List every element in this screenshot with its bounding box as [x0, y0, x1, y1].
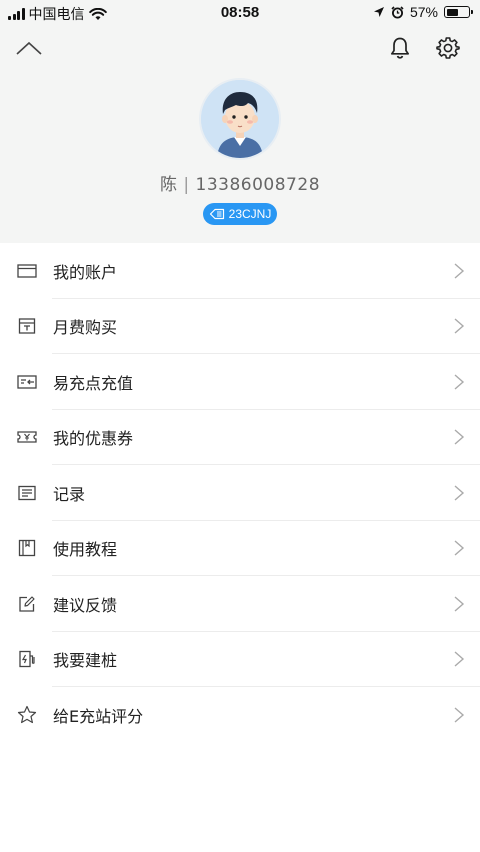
chevron-right-icon	[454, 540, 465, 556]
menu-item-label: 建议反馈	[53, 595, 118, 615]
menu-list: 我的账户 月费购买 易充点充值 我的优惠券 记录 使用教程 建议反馈 我要建桩 …	[0, 243, 480, 743]
tag-icon	[209, 208, 224, 220]
gear-icon	[436, 37, 460, 59]
menu-item-records[interactable]: 记录	[0, 465, 480, 521]
avatar-illustration	[201, 80, 279, 158]
menu-item-tutorial[interactable]: 使用教程	[0, 521, 480, 576]
menu-item-label: 我要建桩	[53, 651, 118, 671]
location-arrow-icon	[373, 7, 384, 17]
status-right: 57%	[373, 4, 473, 20]
coupon-icon	[16, 426, 38, 448]
alarm-icon	[391, 5, 404, 18]
menu-item-label: 使用教程	[53, 540, 118, 560]
menu-item-my-account[interactable]: 我的账户	[0, 243, 480, 299]
chevron-right-icon	[454, 596, 465, 612]
collapse-button[interactable]	[13, 32, 45, 64]
notifications-button[interactable]	[384, 32, 416, 64]
avatar[interactable]	[199, 78, 281, 160]
battery-icon	[444, 6, 473, 18]
battery-percent: 57%	[409, 4, 438, 20]
charging-pile-icon	[16, 648, 38, 670]
chevron-up-icon	[16, 41, 42, 55]
chevron-right-icon	[454, 651, 465, 667]
settings-button[interactable]	[432, 32, 464, 64]
wallet-icon	[16, 260, 38, 282]
chevron-right-icon	[454, 429, 465, 445]
menu-item-feedback[interactable]: 建议反馈	[0, 576, 480, 632]
menu-item-label: 我的账户	[53, 262, 118, 282]
menu-item-label: 月费购买	[53, 318, 118, 338]
calendar-icon	[16, 315, 38, 337]
referral-code-badge[interactable]: 23CJNJ	[203, 203, 277, 225]
menu-item-label: 我的优惠券	[53, 429, 134, 449]
profile-header: 陈 | 13386008728 23CJNJ	[0, 26, 480, 243]
book-icon	[16, 537, 38, 559]
user-phone: 13386008728	[195, 175, 321, 195]
menu-item-label: 易充点充值	[53, 373, 134, 393]
star-icon	[16, 704, 38, 726]
menu-item-coupons[interactable]: 我的优惠券	[0, 410, 480, 465]
chevron-right-icon	[454, 263, 465, 279]
card-recharge-icon	[16, 371, 38, 393]
user-separator: |	[183, 175, 190, 195]
menu-item-rate-app[interactable]: 给E充站评分	[0, 687, 480, 743]
chevron-right-icon	[454, 318, 465, 334]
badge-code: 23CJNJ	[228, 207, 272, 221]
menu-item-label: 给E充站评分	[53, 706, 144, 726]
user-name: 陈	[159, 175, 178, 195]
chevron-right-icon	[454, 485, 465, 501]
edit-icon	[16, 593, 38, 615]
chevron-right-icon	[454, 374, 465, 390]
menu-item-label: 记录	[53, 484, 86, 504]
document-icon	[16, 482, 38, 504]
chevron-right-icon	[454, 707, 465, 723]
menu-item-monthly-purchase[interactable]: 月费购买	[0, 299, 480, 354]
bell-icon	[390, 37, 410, 59]
menu-item-build-charger[interactable]: 我要建桩	[0, 632, 480, 687]
status-bar: 中国电信 08:58 57%	[0, 0, 480, 26]
user-info: 陈 | 13386008728	[0, 170, 480, 195]
menu-item-recharge[interactable]: 易充点充值	[0, 354, 480, 410]
